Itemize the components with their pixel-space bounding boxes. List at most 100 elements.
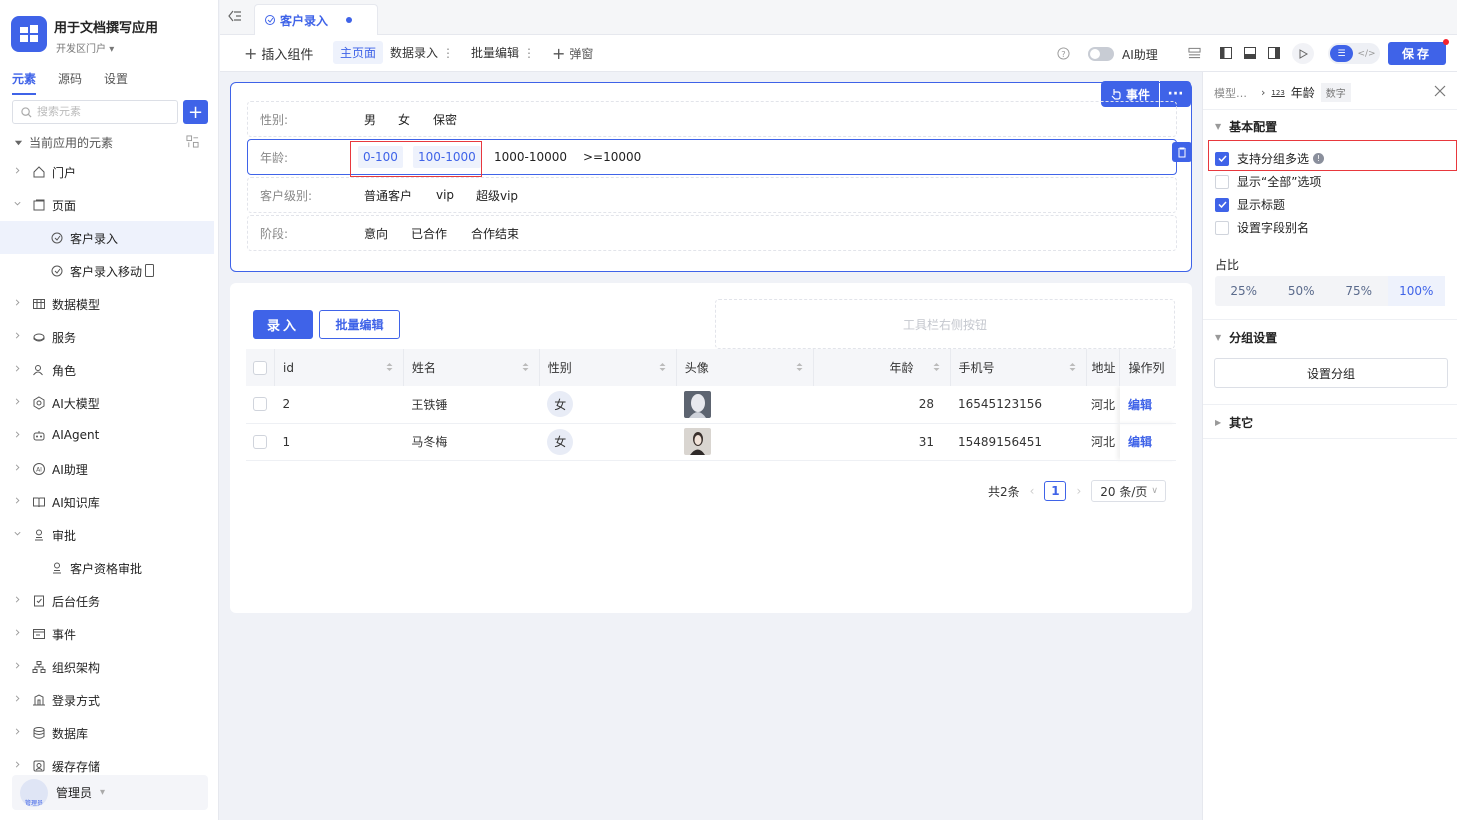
- column-header[interactable]: 性别: [539, 349, 677, 386]
- edit-link[interactable]: 编辑: [1128, 398, 1152, 412]
- sidebar-item[interactable]: AI大模型: [0, 386, 219, 419]
- chevron-right-icon[interactable]: [13, 727, 22, 736]
- save-button[interactable]: 保存: [1388, 42, 1446, 65]
- chevron-right-icon[interactable]: [13, 298, 22, 307]
- code-mode-icon[interactable]: </>: [1355, 45, 1378, 62]
- insert-component-button[interactable]: + 插入组件: [244, 44, 313, 63]
- filter-option[interactable]: 男: [364, 111, 376, 128]
- sort-icon[interactable]: [796, 362, 803, 372]
- view-mode-switch[interactable]: ☰ </>: [1328, 43, 1380, 64]
- set-group-button[interactable]: 设置分组: [1214, 358, 1448, 388]
- sidebar-item[interactable]: 组织架构: [0, 650, 219, 683]
- sort-icon[interactable]: [933, 362, 940, 372]
- row-checkbox[interactable]: [253, 434, 267, 449]
- section-group[interactable]: ▼ 分组设置: [1215, 329, 1277, 346]
- sidebar-item[interactable]: 门户: [0, 155, 219, 188]
- column-header[interactable]: 地址: [1086, 349, 1121, 386]
- table-row[interactable]: 1 马冬梅 女 31 15489156451 河北 编辑: [246, 423, 1176, 461]
- layout-left-icon[interactable]: [1220, 47, 1232, 59]
- chevron-down-icon[interactable]: [13, 199, 22, 208]
- avatar-photo[interactable]: [684, 390, 712, 418]
- tree-layout-icon[interactable]: [186, 135, 199, 148]
- ratio-option[interactable]: 50%: [1273, 276, 1331, 306]
- chevron-right-icon[interactable]: [13, 760, 22, 769]
- sidebar-item[interactable]: 服务: [0, 320, 219, 353]
- chevron-right-icon[interactable]: [13, 496, 22, 505]
- sidebar-item[interactable]: AI知识库: [0, 485, 219, 518]
- edit-link[interactable]: 编辑: [1128, 435, 1152, 449]
- section-basic[interactable]: ▼ 基本配置: [1215, 118, 1277, 135]
- tab-settings[interactable]: 设置: [104, 70, 128, 95]
- more-vertical-icon[interactable]: ⋮: [442, 46, 454, 60]
- row-checkbox[interactable]: [253, 397, 267, 412]
- sidebar-item[interactable]: AI AI助理: [0, 452, 219, 485]
- layout-panel-icon[interactable]: [1188, 47, 1201, 59]
- column-header[interactable]: 手机号: [950, 349, 1088, 386]
- add-popup-button[interactable]: + 弹窗: [552, 44, 593, 63]
- column-header[interactable]: 头像: [676, 349, 814, 386]
- sidebar-item[interactable]: 客户录入移动: [0, 254, 219, 287]
- filter-row-stage[interactable]: 阶段: 意向 已合作 合作结束: [247, 215, 1177, 251]
- preview-play-icon[interactable]: [1292, 43, 1314, 64]
- collapse-sidebar-icon[interactable]: [228, 10, 242, 22]
- search-input[interactable]: [37, 106, 157, 118]
- tree-header[interactable]: 当前应用的元素: [14, 134, 113, 151]
- chevron-right-icon[interactable]: [13, 166, 22, 175]
- sort-icon[interactable]: [659, 362, 666, 372]
- column-header[interactable]: 姓名: [403, 349, 540, 386]
- delete-icon[interactable]: [1172, 142, 1192, 162]
- user-menu[interactable]: 管理员 管理员 ▾: [12, 775, 208, 810]
- sidebar-item[interactable]: 事件: [0, 617, 219, 650]
- sidebar-item[interactable]: 审批: [0, 518, 219, 551]
- toolbar-right-slot[interactable]: 工具栏右侧按钮: [715, 299, 1175, 349]
- option-field-alias[interactable]: 设置字段别名: [1215, 219, 1309, 236]
- tab-data-entry[interactable]: 数据录入 ⋮: [390, 44, 454, 61]
- close-icon[interactable]: [1434, 85, 1446, 97]
- sidebar-item[interactable]: 登录方式: [0, 683, 219, 716]
- sidebar-item[interactable]: 客户录入: [0, 221, 214, 254]
- option-show-all[interactable]: 显示“全部”选项: [1215, 173, 1321, 190]
- breadcrumb-model[interactable]: 模型…: [1214, 85, 1247, 101]
- design-mode-icon[interactable]: ☰: [1330, 45, 1353, 62]
- batch-edit-button[interactable]: 批量编辑: [319, 310, 400, 339]
- page-size-select[interactable]: 20 条/页 ∨: [1091, 480, 1167, 502]
- filter-option[interactable]: 超级vip: [476, 187, 518, 204]
- chevron-right-icon[interactable]: [13, 397, 22, 406]
- filter-option[interactable]: >=10000: [583, 150, 641, 164]
- tab-batch-edit[interactable]: 批量编辑 ⋮: [471, 44, 535, 61]
- tab-source[interactable]: 源码: [58, 70, 82, 95]
- checkbox[interactable]: [1215, 220, 1229, 235]
- filter-row-level[interactable]: 客户级别: 普通客户 vip 超级vip: [247, 177, 1177, 213]
- filter-option[interactable]: 保密: [433, 111, 457, 128]
- chevron-right-icon[interactable]: [13, 661, 22, 670]
- filter-option[interactable]: 合作结束: [471, 225, 519, 242]
- chevron-right-icon[interactable]: [13, 463, 22, 472]
- chevron-right-icon[interactable]: [13, 694, 22, 703]
- ratio-option[interactable]: 75%: [1330, 276, 1388, 306]
- add-record-button[interactable]: 录入: [253, 310, 313, 339]
- filter-option[interactable]: 1000-10000: [494, 150, 567, 164]
- ratio-option[interactable]: 25%: [1215, 276, 1273, 306]
- prev-page-icon[interactable]: ‹: [1030, 484, 1035, 498]
- checkbox[interactable]: [1215, 174, 1229, 189]
- filter-option[interactable]: 女: [398, 111, 410, 128]
- env-selector[interactable]: 开发区门户 ▾: [56, 40, 114, 55]
- filter-option[interactable]: 已合作: [411, 225, 447, 242]
- filter-option[interactable]: vip: [436, 188, 454, 202]
- option-show-title[interactable]: 显示标题: [1215, 196, 1285, 213]
- ai-assistant-toggle[interactable]: [1088, 47, 1114, 61]
- select-all-checkbox[interactable]: [253, 360, 267, 375]
- sort-icon[interactable]: [1069, 362, 1076, 372]
- sidebar-item[interactable]: 角色: [0, 353, 219, 386]
- sort-icon[interactable]: [386, 362, 393, 372]
- filter-row-gender[interactable]: 性别: 男 女 保密: [247, 101, 1177, 137]
- filter-option[interactable]: 普通客户: [364, 187, 412, 204]
- tab-customer-entry[interactable]: 客户录入: [254, 4, 378, 35]
- tab-elements[interactable]: 元素: [12, 70, 37, 95]
- sidebar-item[interactable]: AIAgent: [0, 419, 219, 452]
- ratio-option-selected[interactable]: 100%: [1387, 276, 1445, 306]
- add-element-button[interactable]: +: [183, 100, 208, 124]
- chevron-right-icon[interactable]: [13, 628, 22, 637]
- help-icon[interactable]: ?: [1057, 47, 1070, 60]
- chevron-right-icon[interactable]: [13, 364, 22, 373]
